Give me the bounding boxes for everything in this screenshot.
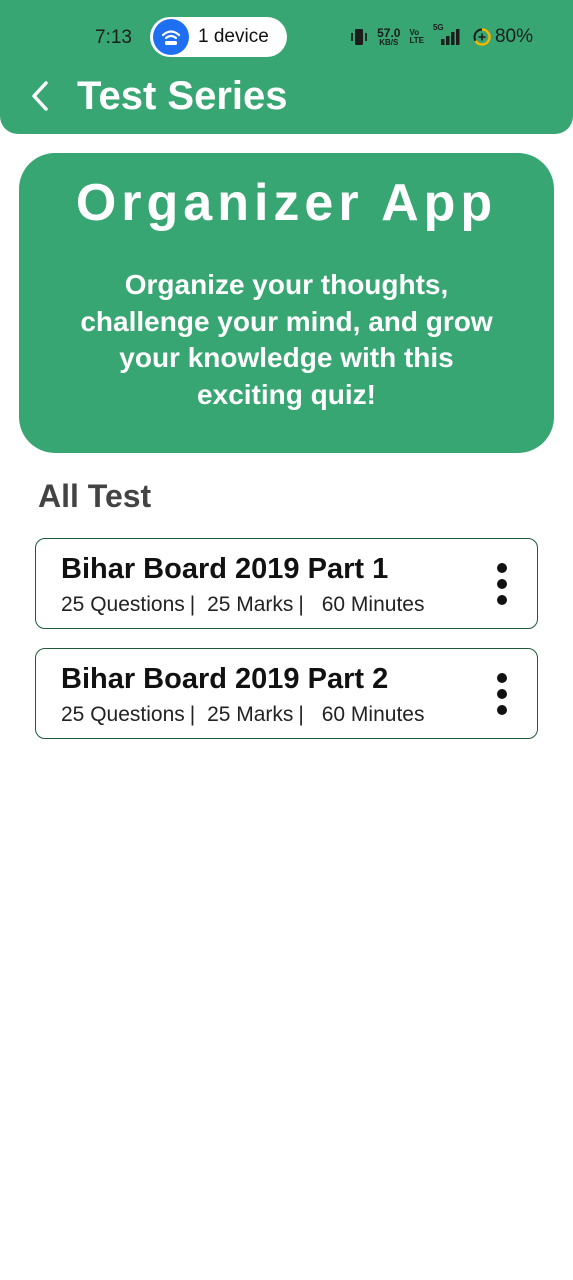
test-card[interactable]: Bihar Board 2019 Part 1 25 Questions | 25… [35,538,538,629]
test-meta: 25 Questions | 25 Marks | 60 Minutes [61,703,424,727]
page-title: Test Series [77,74,288,118]
battery-icon [473,28,491,46]
hero-banner: Organizer App Organize your thoughts, ch… [19,153,554,453]
chevron-left-icon [32,81,48,111]
meta-separator: | [189,593,196,616]
hotspot-icon [153,19,189,55]
banner-title: Organizer App [75,174,498,232]
test-card[interactable]: Bihar Board 2019 Part 2 25 Questions | 25… [35,648,538,739]
volte-bottom: LTE [409,36,424,45]
vibrate-icon [350,27,368,47]
back-button[interactable] [22,76,58,116]
net-speed: 57.0 KB/S [377,27,400,47]
net-speed-unit: KB/S [379,38,399,47]
signal-icon: 5G [433,23,463,47]
hotspot-pill[interactable]: 1 device [150,17,287,57]
hotspot-label: 1 device [198,26,269,47]
network-type: 5G [432,23,444,32]
test-meta: 25 Questions | 25 Marks | 60 Minutes [61,593,424,617]
section-title: All Test [38,478,152,514]
test-minutes: 60 Minutes [321,703,425,726]
status-time: 7:13 [95,27,132,48]
meta-separator: | [298,703,304,726]
volte-indicator: Vo LTE [409,29,424,45]
test-title: Bihar Board 2019 Part 1 [61,553,389,585]
status-icons: 57.0 KB/S Vo LTE 5G 80% [350,23,533,49]
test-marks: 25 Marks [207,593,294,616]
meta-separator: | [189,703,196,726]
status-bar: 7:13 1 device 57.0 KB/S Vo LTE 5G 80% [0,14,573,58]
test-questions: 25 Questions [61,703,185,726]
test-questions: 25 Questions [61,593,185,616]
banner-subtitle: Organize your thoughts, challenge your m… [80,269,493,410]
battery-indicator: 80% [472,26,533,48]
app-header: 7:13 1 device 57.0 KB/S Vo LTE 5G 80% Te… [0,0,573,134]
meta-separator: | [298,593,304,616]
more-options-icon[interactable] [495,563,509,605]
test-title: Bihar Board 2019 Part 2 [61,663,389,695]
test-minutes: 60 Minutes [321,593,425,616]
battery-level: 80% [494,26,533,47]
test-marks: 25 Marks [207,703,294,726]
more-options-icon[interactable] [495,673,509,715]
